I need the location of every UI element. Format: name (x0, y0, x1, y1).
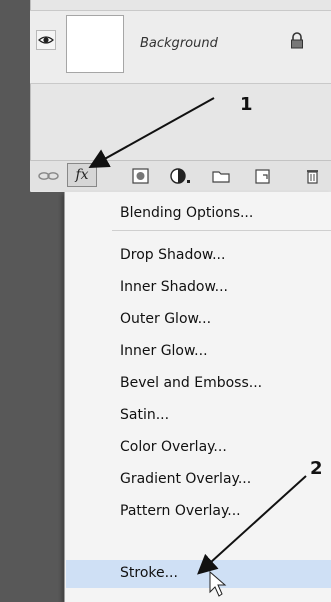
arrow-1 (88, 97, 215, 168)
arrow-2 (197, 475, 307, 575)
step-number-1: 1 (240, 94, 253, 115)
annotation-layer (88, 97, 307, 597)
cursor-icon (209, 570, 227, 597)
step-number-2: 2 (310, 458, 323, 479)
